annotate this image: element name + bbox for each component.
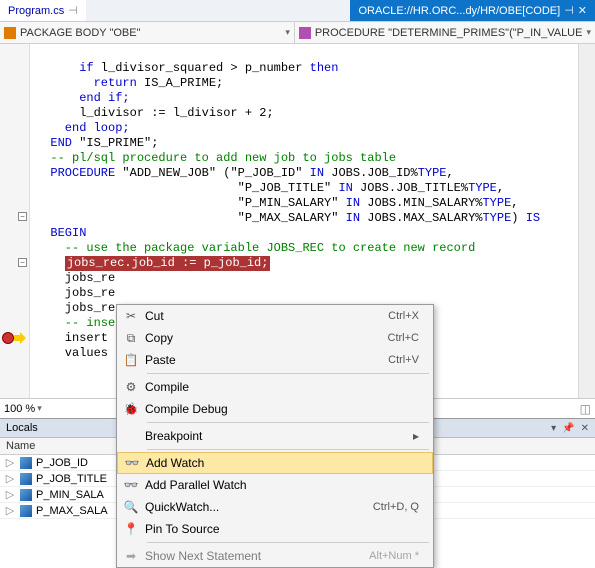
cut-icon — [117, 309, 145, 323]
procedure-icon — [299, 27, 311, 39]
nav-scope-text: PACKAGE BODY "OBE" — [20, 27, 281, 39]
fold-icon[interactable]: − — [18, 212, 27, 221]
chevron-down-icon[interactable]: ▾ — [37, 403, 42, 414]
compile-icon: ⚙ — [117, 380, 145, 394]
col-name[interactable]: Name — [6, 440, 35, 452]
watch-icon: 👓 — [118, 456, 146, 470]
menu-separator — [147, 422, 429, 423]
variable-icon — [20, 457, 32, 469]
menu-quickwatch[interactable]: 🔍 QuickWatch... Ctrl+D, Q — [117, 496, 433, 518]
document-tabs: Program.cs ⊣ ORACLE://HR.ORC...dy/HR/OBE… — [0, 0, 595, 22]
package-icon — [4, 27, 16, 39]
expand-icon[interactable]: ▷ — [4, 488, 16, 501]
chevron-down-icon: ▾ — [586, 27, 591, 38]
close-icon[interactable]: ✕ — [578, 4, 587, 17]
menu-separator — [147, 542, 429, 543]
context-menu: Cut Ctrl+X ⧉ Copy Ctrl+C 📋 Paste Ctrl+V … — [116, 304, 434, 568]
pin-icon: 📍 — [117, 522, 145, 536]
menu-compile[interactable]: ⚙ Compile — [117, 376, 433, 398]
tab-program-cs[interactable]: Program.cs ⊣ — [0, 0, 86, 21]
paste-icon: 📋 — [117, 353, 145, 367]
variable-icon — [20, 489, 32, 501]
zoom-level[interactable]: 100 % — [4, 403, 35, 415]
expand-icon[interactable]: ▷ — [4, 456, 16, 469]
submenu-arrow-icon: ▸ — [413, 429, 425, 443]
copy-icon: ⧉ — [117, 331, 145, 346]
tab-label: Program.cs — [8, 5, 64, 17]
nav-scope-dropdown[interactable]: PACKAGE BODY "OBE" ▾ — [0, 22, 295, 43]
vertical-scrollbar[interactable] — [578, 44, 595, 398]
fold-icon[interactable]: − — [18, 258, 27, 267]
menu-compile-debug[interactable]: 🐞 Compile Debug — [117, 398, 433, 420]
expand-icon[interactable]: ▷ — [4, 504, 16, 517]
menu-show-next-statement[interactable]: ➡ Show Next Statement Alt+Num * — [117, 545, 433, 567]
breakpoint-icon[interactable] — [2, 332, 14, 344]
parallel-watch-icon: 👓 — [117, 478, 145, 492]
nav-bar: PACKAGE BODY "OBE" ▾ PROCEDURE "DETERMIN… — [0, 22, 595, 44]
tab-oracle-code[interactable]: ORACLE://HR.ORC...dy/HR/OBE[CODE] ⊣ ✕ — [350, 0, 595, 21]
pin-icon[interactable]: ⊣ — [564, 4, 574, 17]
tab-label: ORACLE://HR.ORC...dy/HR/OBE[CODE] — [358, 5, 560, 17]
next-statement-icon: ➡ — [117, 549, 145, 563]
menu-paste[interactable]: 📋 Paste Ctrl+V — [117, 349, 433, 371]
menu-copy[interactable]: ⧉ Copy Ctrl+C — [117, 327, 433, 349]
close-icon[interactable]: ✕ — [581, 423, 589, 434]
nav-member-dropdown[interactable]: PROCEDURE "DETERMINE_PRIMES"("P_IN_VALUE… — [295, 22, 595, 43]
compile-debug-icon: 🐞 — [117, 402, 145, 416]
pin-icon[interactable]: ⊣ — [68, 4, 78, 17]
menu-separator — [147, 373, 429, 374]
menu-separator — [147, 449, 429, 450]
chevron-down-icon: ▾ — [285, 27, 290, 38]
nav-member-text: PROCEDURE "DETERMINE_PRIMES"("P_IN_VALUE — [315, 27, 583, 39]
editor-gutter: − − — [0, 44, 30, 398]
current-line: jobs_rec.job_id := p_job_id; — [65, 256, 271, 271]
menu-pin-to-source[interactable]: 📍 Pin To Source — [117, 518, 433, 540]
execution-arrow-icon — [14, 332, 26, 344]
variable-icon — [20, 505, 32, 517]
pin-icon[interactable]: 📌 — [562, 423, 574, 434]
menu-add-parallel-watch[interactable]: 👓 Add Parallel Watch — [117, 474, 433, 496]
menu-breakpoint[interactable]: Breakpoint ▸ — [117, 425, 433, 447]
menu-cut[interactable]: Cut Ctrl+X — [117, 305, 433, 327]
locals-title: Locals — [6, 422, 38, 434]
menu-add-watch[interactable]: 👓 Add Watch — [117, 452, 433, 474]
split-icon[interactable]: ◫ — [580, 402, 591, 416]
expand-icon[interactable]: ▷ — [4, 472, 16, 485]
quickwatch-icon: 🔍 — [117, 500, 145, 514]
window-menu-icon[interactable]: ▾ — [551, 423, 556, 434]
variable-icon — [20, 473, 32, 485]
